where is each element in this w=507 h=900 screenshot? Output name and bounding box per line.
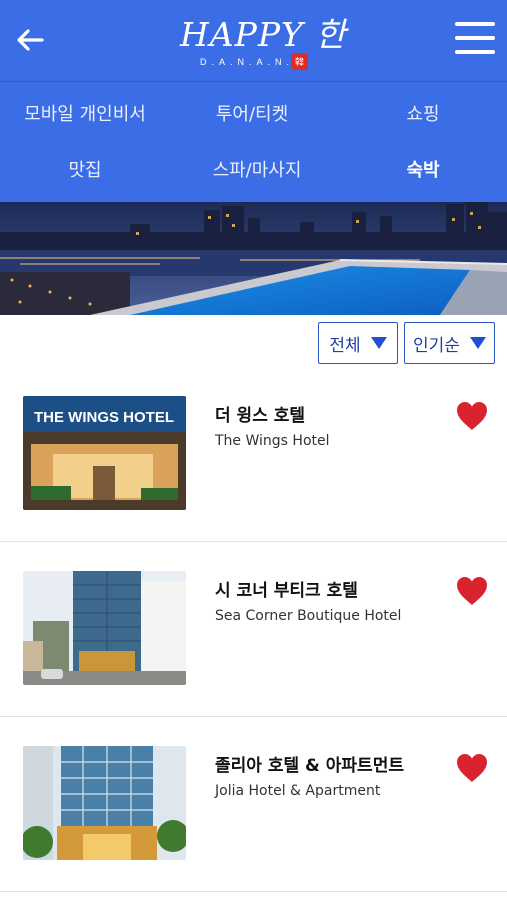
hotel-list-item[interactable]: 졸리아 호텔 & 아파트먼트 Jolia Hotel & Apartment (0, 718, 507, 892)
category-restaurants[interactable]: 맛집 (68, 156, 101, 182)
hotel-thumbnail-image: THE WINGS HOTEL (23, 396, 186, 510)
region-filter-label: 전체 (329, 335, 361, 356)
heart-favorite-icon[interactable] (456, 401, 488, 431)
hotel-thumbnail-image (23, 746, 186, 860)
happy-han-logo[interactable]: HAPPY 한 D.A.N.A.N.G 韓 (150, 6, 360, 76)
sort-filter-label: 인기순 (413, 335, 460, 356)
app-header: HAPPY 한 D.A.N.A.N.G 韓 (0, 0, 507, 82)
category-mobile-assistant[interactable]: 모바일 개인비서 (24, 100, 146, 126)
logo-seal: 韓 (291, 53, 308, 70)
triangle-down-icon (370, 337, 387, 349)
hotel-name-english: Sea Corner Boutique Hotel (215, 608, 402, 624)
menu-line-icon (455, 50, 495, 54)
accommodation-banner-image (0, 202, 507, 315)
hotel-name-english: The Wings Hotel (215, 433, 330, 449)
region-filter-dropdown[interactable]: 전체 (318, 322, 398, 364)
back-button[interactable] (12, 22, 48, 58)
logo-wordmark: HAPPY 한 (180, 15, 347, 54)
hotel-list-item[interactable]: THE WINGS HOTEL 더 윙스 호텔 The Wings Hotel (0, 368, 507, 542)
hotel-thumbnail-image (23, 571, 186, 685)
category-tour-ticket[interactable]: 투어/티켓 (216, 100, 288, 126)
hotel-name-korean: 졸리아 호텔 & 아파트먼트 (215, 756, 404, 776)
arrow-left-icon (17, 29, 44, 51)
category-accommodation[interactable]: 숙박 (406, 156, 439, 182)
hamburger-menu-button[interactable] (455, 20, 497, 58)
hotel-list-item[interactable]: 시 코너 부티크 호텔 Sea Corner Boutique Hotel (0, 543, 507, 717)
category-nav: 모바일 개인비서 투어/티켓 쇼핑 맛집 스파/마사지 숙박 (0, 82, 507, 202)
heart-favorite-icon[interactable] (456, 576, 488, 606)
menu-line-icon (455, 22, 495, 26)
triangle-down-icon (469, 337, 486, 349)
category-shopping[interactable]: 쇼핑 (406, 100, 439, 126)
hotel-name-korean: 더 윙스 호텔 (215, 406, 306, 426)
hotel-name-korean: 시 코너 부티크 호텔 (215, 581, 358, 601)
hotel-sign-text: THE WINGS HOTEL (34, 409, 174, 426)
hotel-name-english: Jolia Hotel & Apartment (215, 783, 381, 799)
menu-line-icon (455, 36, 495, 40)
category-spa-massage[interactable]: 스파/마사지 (213, 156, 302, 182)
heart-favorite-icon[interactable] (456, 753, 488, 783)
sort-filter-dropdown[interactable]: 인기순 (404, 322, 495, 364)
